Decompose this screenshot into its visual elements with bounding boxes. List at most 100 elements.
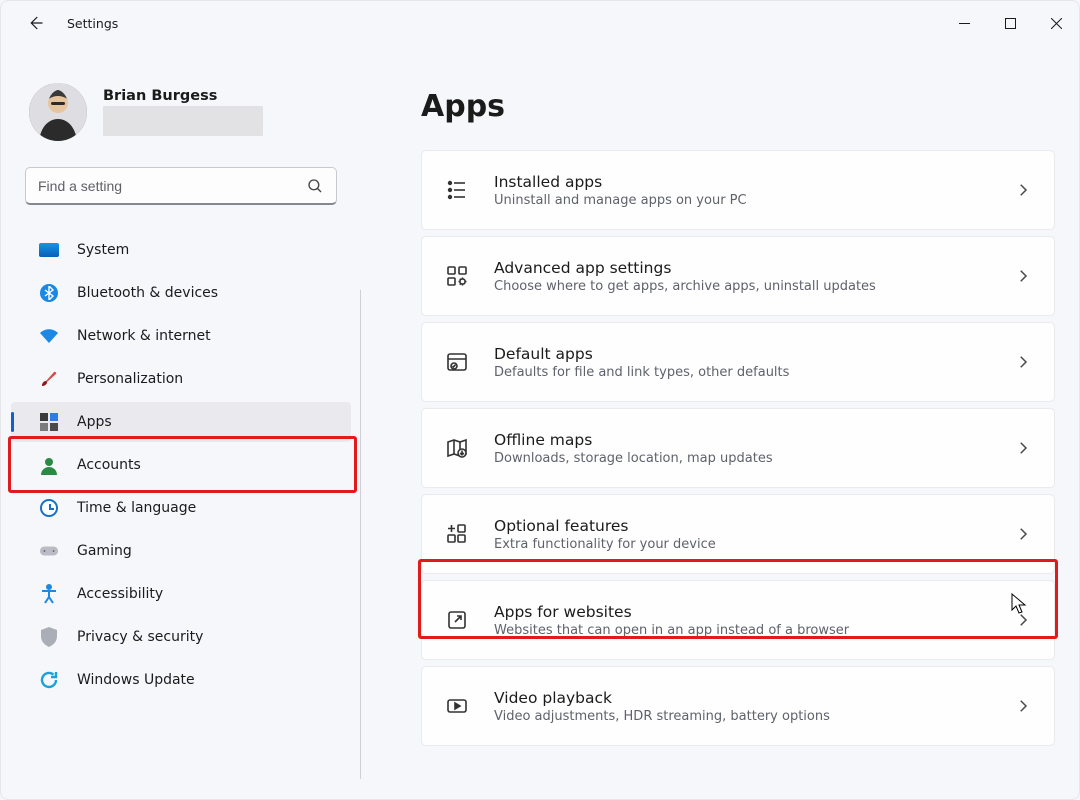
- card-advanced-app-settings[interactable]: Advanced app settings Choose where to ge…: [421, 236, 1055, 316]
- apps-icon: [39, 412, 59, 432]
- wifi-icon: [39, 326, 59, 346]
- sidebar-item-label: Privacy & security: [77, 629, 203, 645]
- sidebar-item-privacy-security[interactable]: Privacy & security: [11, 617, 351, 657]
- card-text: Optional features Extra functionality fo…: [494, 517, 1014, 552]
- sidebar-item-accessibility[interactable]: Accessibility: [11, 574, 351, 614]
- clock-globe-icon: [39, 498, 59, 518]
- accessibility-icon: [39, 584, 59, 604]
- sidebar-item-network[interactable]: Network & internet: [11, 316, 351, 356]
- gamepad-icon: [39, 541, 59, 561]
- sidebar: Brian Burgess System Bluetooth & device: [1, 45, 361, 799]
- window-controls: [941, 7, 1079, 39]
- card-installed-apps[interactable]: Installed apps Uninstall and manage apps…: [421, 150, 1055, 230]
- card-subtitle: Downloads, storage location, map updates: [494, 451, 1014, 466]
- sidebar-item-label: Accounts: [77, 457, 141, 473]
- profile-text: Brian Burgess: [103, 88, 263, 136]
- back-arrow-icon: [26, 14, 44, 32]
- chevron-right-icon: [1014, 525, 1032, 543]
- main-panel: Apps Installed apps Uninstall and manage…: [361, 45, 1079, 799]
- accounts-icon: [39, 455, 59, 475]
- default-apps-icon: [444, 349, 470, 375]
- profile-email-redacted: [103, 106, 263, 136]
- profile-block[interactable]: Brian Burgess: [1, 79, 361, 145]
- chevron-right-icon: [1014, 439, 1032, 457]
- bluetooth-icon: [39, 283, 59, 303]
- maximize-button[interactable]: [987, 7, 1033, 39]
- sidebar-item-system[interactable]: System: [11, 230, 351, 270]
- sidebar-item-bluetooth[interactable]: Bluetooth & devices: [11, 273, 351, 313]
- card-subtitle: Choose where to get apps, archive apps, …: [494, 279, 1014, 294]
- avatar: [29, 83, 87, 141]
- shield-icon: [39, 627, 59, 647]
- settings-cards: Installed apps Uninstall and manage apps…: [421, 150, 1055, 746]
- content-container: Brian Burgess System Bluetooth & device: [1, 45, 1079, 799]
- sidebar-item-label: Bluetooth & devices: [77, 285, 218, 301]
- maximize-icon: [1005, 18, 1016, 29]
- minimize-icon: [959, 18, 970, 29]
- search-input[interactable]: [38, 178, 306, 194]
- card-default-apps[interactable]: Default apps Defaults for file and link …: [421, 322, 1055, 402]
- card-apps-for-websites[interactable]: Apps for websites Websites that can open…: [421, 580, 1055, 660]
- sidebar-item-time-language[interactable]: Time & language: [11, 488, 351, 528]
- card-title: Advanced app settings: [494, 259, 1014, 277]
- card-text: Advanced app settings Choose where to ge…: [494, 259, 1014, 294]
- card-video-playback[interactable]: Video playback Video adjustments, HDR st…: [421, 666, 1055, 746]
- video-icon: [444, 693, 470, 719]
- card-optional-features[interactable]: Optional features Extra functionality fo…: [421, 494, 1055, 574]
- sidebar-item-label: Windows Update: [77, 672, 195, 688]
- back-button[interactable]: [21, 9, 49, 37]
- page-title: Apps: [421, 89, 1055, 124]
- sidebar-item-label: System: [77, 242, 129, 258]
- settings-window: Settings: [0, 0, 1080, 800]
- card-text: Offline maps Downloads, storage location…: [494, 431, 1014, 466]
- open-external-icon: [444, 607, 470, 633]
- card-title: Default apps: [494, 345, 1014, 363]
- card-subtitle: Defaults for file and link types, other …: [494, 365, 1014, 380]
- card-text: Default apps Defaults for file and link …: [494, 345, 1014, 380]
- sidebar-item-gaming[interactable]: Gaming: [11, 531, 351, 571]
- grid-gear-icon: [444, 263, 470, 289]
- chevron-right-icon: [1014, 611, 1032, 629]
- card-text: Apps for websites Websites that can open…: [494, 603, 1014, 638]
- avatar-silhouette-icon: [29, 83, 87, 141]
- map-download-icon: [444, 435, 470, 461]
- card-text: Video playback Video adjustments, HDR st…: [494, 689, 1014, 724]
- window-title: Settings: [67, 16, 118, 31]
- sidebar-item-label: Time & language: [77, 500, 196, 516]
- sidebar-item-label: Personalization: [77, 371, 183, 387]
- chevron-right-icon: [1014, 267, 1032, 285]
- close-button[interactable]: [1033, 7, 1079, 39]
- titlebar: Settings: [1, 1, 1079, 45]
- search-box[interactable]: [25, 167, 337, 205]
- sidebar-item-label: Network & internet: [77, 328, 211, 344]
- card-title: Apps for websites: [494, 603, 1014, 621]
- chevron-right-icon: [1014, 697, 1032, 715]
- card-title: Video playback: [494, 689, 1014, 707]
- sidebar-item-label: Gaming: [77, 543, 132, 559]
- card-title: Offline maps: [494, 431, 1014, 449]
- search-icon: [306, 177, 324, 195]
- card-subtitle: Video adjustments, HDR streaming, batter…: [494, 709, 1014, 724]
- system-icon: [39, 240, 59, 260]
- installed-apps-icon: [444, 177, 470, 203]
- card-title: Optional features: [494, 517, 1014, 535]
- chevron-right-icon: [1014, 353, 1032, 371]
- sidebar-item-label: Accessibility: [77, 586, 163, 602]
- paintbrush-icon: [39, 369, 59, 389]
- sidebar-item-windows-update[interactable]: Windows Update: [11, 660, 351, 700]
- close-icon: [1051, 18, 1062, 29]
- card-subtitle: Extra functionality for your device: [494, 537, 1014, 552]
- card-subtitle: Websites that can open in an app instead…: [494, 623, 1014, 638]
- card-offline-maps[interactable]: Offline maps Downloads, storage location…: [421, 408, 1055, 488]
- sidebar-item-accounts[interactable]: Accounts: [11, 445, 351, 485]
- sidebar-item-personalization[interactable]: Personalization: [11, 359, 351, 399]
- minimize-button[interactable]: [941, 7, 987, 39]
- search-wrap: [1, 145, 361, 213]
- sidebar-item-apps[interactable]: Apps: [11, 402, 351, 442]
- profile-name: Brian Burgess: [103, 88, 263, 104]
- sidebar-item-label: Apps: [77, 414, 112, 430]
- card-title: Installed apps: [494, 173, 1014, 191]
- sidebar-nav: System Bluetooth & devices Network & int…: [1, 227, 361, 799]
- grid-plus-icon: [444, 521, 470, 547]
- update-icon: [39, 670, 59, 690]
